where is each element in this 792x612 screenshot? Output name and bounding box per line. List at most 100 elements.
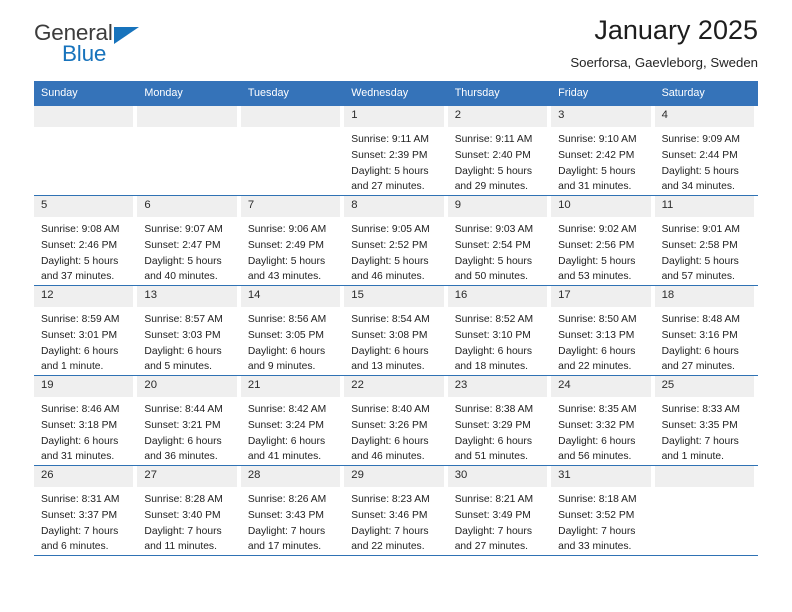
daylight-text-line2: and 56 minutes. — [558, 451, 632, 463]
sunset-text: Sunset: 2:52 PM — [351, 240, 428, 252]
calendar-day-cell[interactable]: 3 Sunrise: 9:10 AM Sunset: 2:42 PM Daylight… — [551, 106, 655, 196]
sunrise-text: Sunrise: 9:01 AM — [661, 224, 740, 236]
day-details: Sunrise: 8:18 AM Sunset: 3:52 PM Daylight:… — [551, 487, 650, 555]
daylight-text-line2: and 27 minutes. — [454, 541, 528, 553]
calendar-day-cell[interactable]: 26 Sunrise: 8:31 AM Sunset: 3:37 PM Dayligh… — [34, 466, 138, 556]
calendar-day-cell[interactable]: 9 Sunrise: 9:03 AM Sunset: 2:54 PM Daylight… — [447, 196, 552, 286]
calendar-week-row: 1 Sunrise: 9:11 AM Sunset: 2:39 PM Daylight… — [34, 106, 758, 197]
calendar-day-cell[interactable]: 21 Sunrise: 8:42 AM Sunset: 3:24 PM Dayligh… — [240, 376, 345, 466]
day-number: 10 — [551, 196, 651, 218]
day-details: Sunrise: 9:02 AM Sunset: 2:56 PM Daylight:… — [551, 217, 650, 285]
calendar-day-cell[interactable]: 16 Sunrise: 8:52 AM Sunset: 3:10 PM Dayligh… — [447, 286, 552, 376]
daylight-text-line1: Daylight: 6 hours — [558, 435, 636, 447]
calendar-day-cell[interactable]: 6 Sunrise: 9:07 AM Sunset: 2:47 PM Daylight… — [137, 196, 241, 286]
sunrise-text: Sunrise: 8:44 AM — [144, 404, 223, 416]
daylight-text-line2: and 11 minutes. — [144, 541, 217, 553]
page-subtitle: Soerforsa, Gaevleborg, Sweden — [570, 54, 758, 70]
sunset-text: Sunset: 3:43 PM — [247, 510, 324, 522]
daylight-text-line1: Daylight: 6 hours — [247, 345, 326, 357]
calendar-day-cell[interactable]: 19 Sunrise: 8:46 AM Sunset: 3:18 PM Dayligh… — [34, 376, 138, 466]
sunrise-text: Sunrise: 9:07 AM — [144, 224, 223, 236]
day-details: Sunrise: 8:28 AM Sunset: 3:40 PM Daylight:… — [137, 487, 236, 555]
calendar-week-row: 5 Sunrise: 9:08 AM Sunset: 2:46 PM Daylight… — [34, 196, 758, 287]
calendar-day-cell[interactable]: 31 Sunrise: 8:18 AM Sunset: 3:52 PM Dayligh… — [551, 466, 655, 556]
day-details: Sunrise: 8:23 AM Sunset: 3:46 PM Daylight:… — [344, 487, 443, 555]
calendar-day-cell[interactable]: 11 Sunrise: 9:01 AM Sunset: 2:58 PM Dayligh… — [654, 196, 758, 286]
day-number: 20 — [137, 376, 237, 398]
calendar-day-cell[interactable]: 12 Sunrise: 8:59 AM Sunset: 3:01 PM Dayligh… — [34, 286, 138, 376]
sunset-text: Sunset: 3:10 PM — [454, 330, 531, 342]
sunrise-text: Sunrise: 8:38 AM — [454, 404, 534, 416]
sunrise-text: Sunrise: 8:48 AM — [661, 314, 740, 326]
calendar-day-cell[interactable]: 17 Sunrise: 8:50 AM Sunset: 3:13 PM Dayligh… — [551, 286, 655, 376]
calendar-day-cell[interactable]: 30 Sunrise: 8:21 AM Sunset: 3:49 PM Dayligh… — [447, 466, 552, 556]
day-details: Sunrise: 9:10 AM Sunset: 2:42 PM Daylight:… — [551, 127, 650, 195]
daylight-text-line1: Daylight: 7 hours — [144, 525, 222, 537]
sunset-text: Sunset: 3:13 PM — [558, 330, 635, 342]
calendar-day-cell[interactable]: 7 Sunrise: 9:06 AM Sunset: 2:49 PM Daylight… — [240, 196, 345, 286]
calendar-day-cell[interactable]: 25 Sunrise: 8:33 AM Sunset: 3:35 PM Dayligh… — [654, 376, 758, 466]
day-number: 19 — [34, 376, 134, 398]
day-number: 28 — [240, 466, 341, 488]
calendar-day-cell-empty — [240, 106, 345, 196]
weekday-header-friday: Friday — [558, 87, 589, 99]
day-details: Sunrise: 9:05 AM Sunset: 2:52 PM Daylight:… — [344, 217, 443, 285]
page-title: January 2025 — [594, 15, 758, 45]
daylight-text-line2: and 27 minutes. — [351, 181, 425, 193]
day-number: 12 — [34, 286, 134, 308]
sunrise-text: Sunrise: 8:33 AM — [661, 404, 740, 416]
sunrise-text: Sunrise: 9:06 AM — [247, 224, 327, 236]
weekday-header-row: Sunday Monday Tuesday Wednesday Thursday Frid… — [34, 81, 758, 107]
daylight-text-line1: Daylight: 6 hours — [558, 345, 636, 357]
sunrise-text: Sunrise: 9:10 AM — [558, 134, 637, 146]
sunrise-text: Sunrise: 8:50 AM — [558, 314, 637, 326]
calendar-day-cell[interactable]: 24 Sunrise: 8:35 AM Sunset: 3:32 PM Dayligh… — [551, 376, 655, 466]
sunrise-text: Sunrise: 8:57 AM — [144, 314, 223, 326]
calendar-day-cell[interactable]: 15 Sunrise: 8:54 AM Sunset: 3:08 PM Dayligh… — [344, 286, 448, 376]
weekday-header-saturday: Saturday — [661, 87, 705, 99]
calendar-day-cell[interactable]: 4 Sunrise: 9:09 AM Sunset: 2:44 PM Daylight… — [654, 106, 758, 196]
calendar-day-cell[interactable]: 1 Sunrise: 9:11 AM Sunset: 2:39 PM Daylight… — [344, 106, 448, 196]
calendar-day-cell[interactable]: 20 Sunrise: 8:44 AM Sunset: 3:21 PM Dayligh… — [137, 376, 241, 466]
calendar-page: General Blue January 2025 Soerforsa, Gae… — [0, 0, 792, 612]
calendar-day-cell[interactable]: 10 Sunrise: 9:02 AM Sunset: 2:56 PM Dayligh… — [551, 196, 655, 286]
day-number: 29 — [344, 466, 444, 488]
calendar-day-cell[interactable]: 28 Sunrise: 8:26 AM Sunset: 3:43 PM Dayligh… — [240, 466, 345, 556]
calendar-day-cell[interactable]: 5 Sunrise: 9:08 AM Sunset: 2:46 PM Daylight… — [34, 196, 138, 286]
calendar-day-cell[interactable]: 18 Sunrise: 8:48 AM Sunset: 3:16 PM Dayligh… — [654, 286, 758, 376]
day-details: Sunrise: 8:40 AM Sunset: 3:26 PM Daylight:… — [344, 397, 443, 465]
day-number: 22 — [344, 376, 444, 398]
calendar-day-cell[interactable]: 14 Sunrise: 8:56 AM Sunset: 3:05 PM Dayligh… — [240, 286, 345, 376]
page-header: General Blue January 2025 Soerforsa, Gae… — [34, 0, 758, 74]
daylight-text-line1: Daylight: 6 hours — [351, 435, 429, 447]
daylight-text-line1: Daylight: 5 hours — [144, 255, 222, 267]
calendar-day-cell[interactable]: 27 Sunrise: 8:28 AM Sunset: 3:40 PM Dayligh… — [137, 466, 241, 556]
sunset-text: Sunset: 2:56 PM — [558, 240, 635, 252]
day-number: 9 — [447, 196, 548, 218]
calendar-day-cell[interactable]: 13 Sunrise: 8:57 AM Sunset: 3:03 PM Dayligh… — [137, 286, 241, 376]
daylight-text-line1: Daylight: 5 hours — [661, 165, 739, 177]
calendar-day-cell[interactable]: 23 Sunrise: 8:38 AM Sunset: 3:29 PM Dayligh… — [447, 376, 552, 466]
daylight-text-line1: Daylight: 5 hours — [454, 255, 532, 267]
day-details: Sunrise: 8:46 AM Sunset: 3:18 PM Daylight:… — [34, 397, 133, 465]
daylight-text-line1: Daylight: 6 hours — [351, 345, 429, 357]
day-number: 27 — [137, 466, 237, 488]
daylight-text-line2: and 27 minutes. — [661, 361, 735, 373]
daylight-text-line2: and 46 minutes. — [351, 451, 425, 463]
day-details: Sunrise: 8:56 AM Sunset: 3:05 PM Daylight:… — [241, 307, 340, 375]
day-details: Sunrise: 8:21 AM Sunset: 3:49 PM Daylight:… — [448, 487, 547, 555]
calendar-day-cell[interactable]: 29 Sunrise: 8:23 AM Sunset: 3:46 PM Dayligh… — [344, 466, 448, 556]
day-number: 23 — [447, 376, 548, 398]
sunrise-text: Sunrise: 8:23 AM — [351, 494, 430, 506]
sunset-text: Sunset: 3:35 PM — [661, 420, 738, 432]
day-details: Sunrise: 8:48 AM Sunset: 3:16 PM Daylight:… — [655, 307, 754, 375]
calendar-day-cell[interactable]: 8 Sunrise: 9:05 AM Sunset: 2:52 PM Daylight… — [344, 196, 448, 286]
sunrise-text: Sunrise: 8:59 AM — [41, 314, 120, 326]
calendar-day-cell[interactable]: 2 Sunrise: 9:11 AM Sunset: 2:40 PM Daylight… — [447, 106, 552, 196]
calendar-day-cell[interactable]: 22 Sunrise: 8:40 AM Sunset: 3:26 PM Dayligh… — [344, 376, 448, 466]
daylight-text-line2: and 33 minutes. — [558, 541, 632, 553]
generalblue-logo[interactable]: General Blue — [34, 0, 174, 74]
daylight-text-line2: and 1 minute. — [661, 451, 724, 463]
sunset-text: Sunset: 2:58 PM — [661, 240, 738, 252]
sunset-text: Sunset: 2:47 PM — [144, 240, 221, 252]
